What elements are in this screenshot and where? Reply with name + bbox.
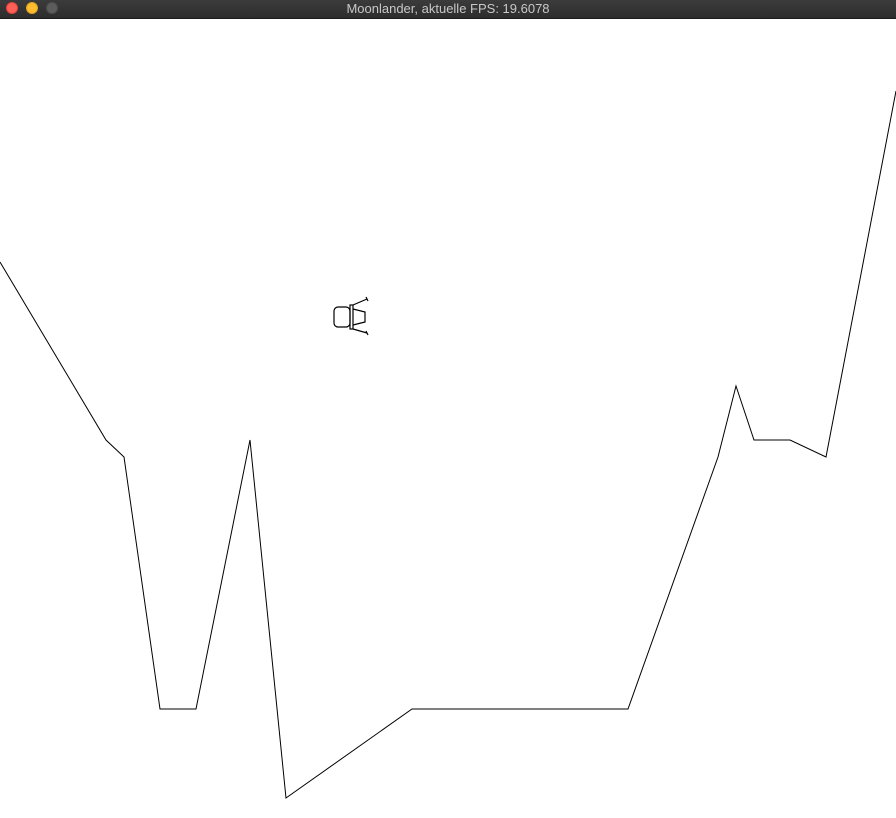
title-bar[interactable]: Moonlander, aktuelle FPS: 19.6078 (0, 0, 896, 19)
game-window: Moonlander, aktuelle FPS: 19.6078 (0, 0, 896, 818)
lunar-lander (333, 296, 369, 336)
lander-base (349, 304, 354, 330)
lander-cabin (333, 306, 351, 328)
game-scene (0, 90, 896, 799)
lander-feet (365, 296, 369, 336)
game-canvas[interactable] (0, 19, 896, 818)
window-title: Moonlander, aktuelle FPS: 19.6078 (346, 1, 550, 16)
moon-terrain (0, 90, 896, 799)
lander-engine-nozzle (352, 308, 366, 326)
